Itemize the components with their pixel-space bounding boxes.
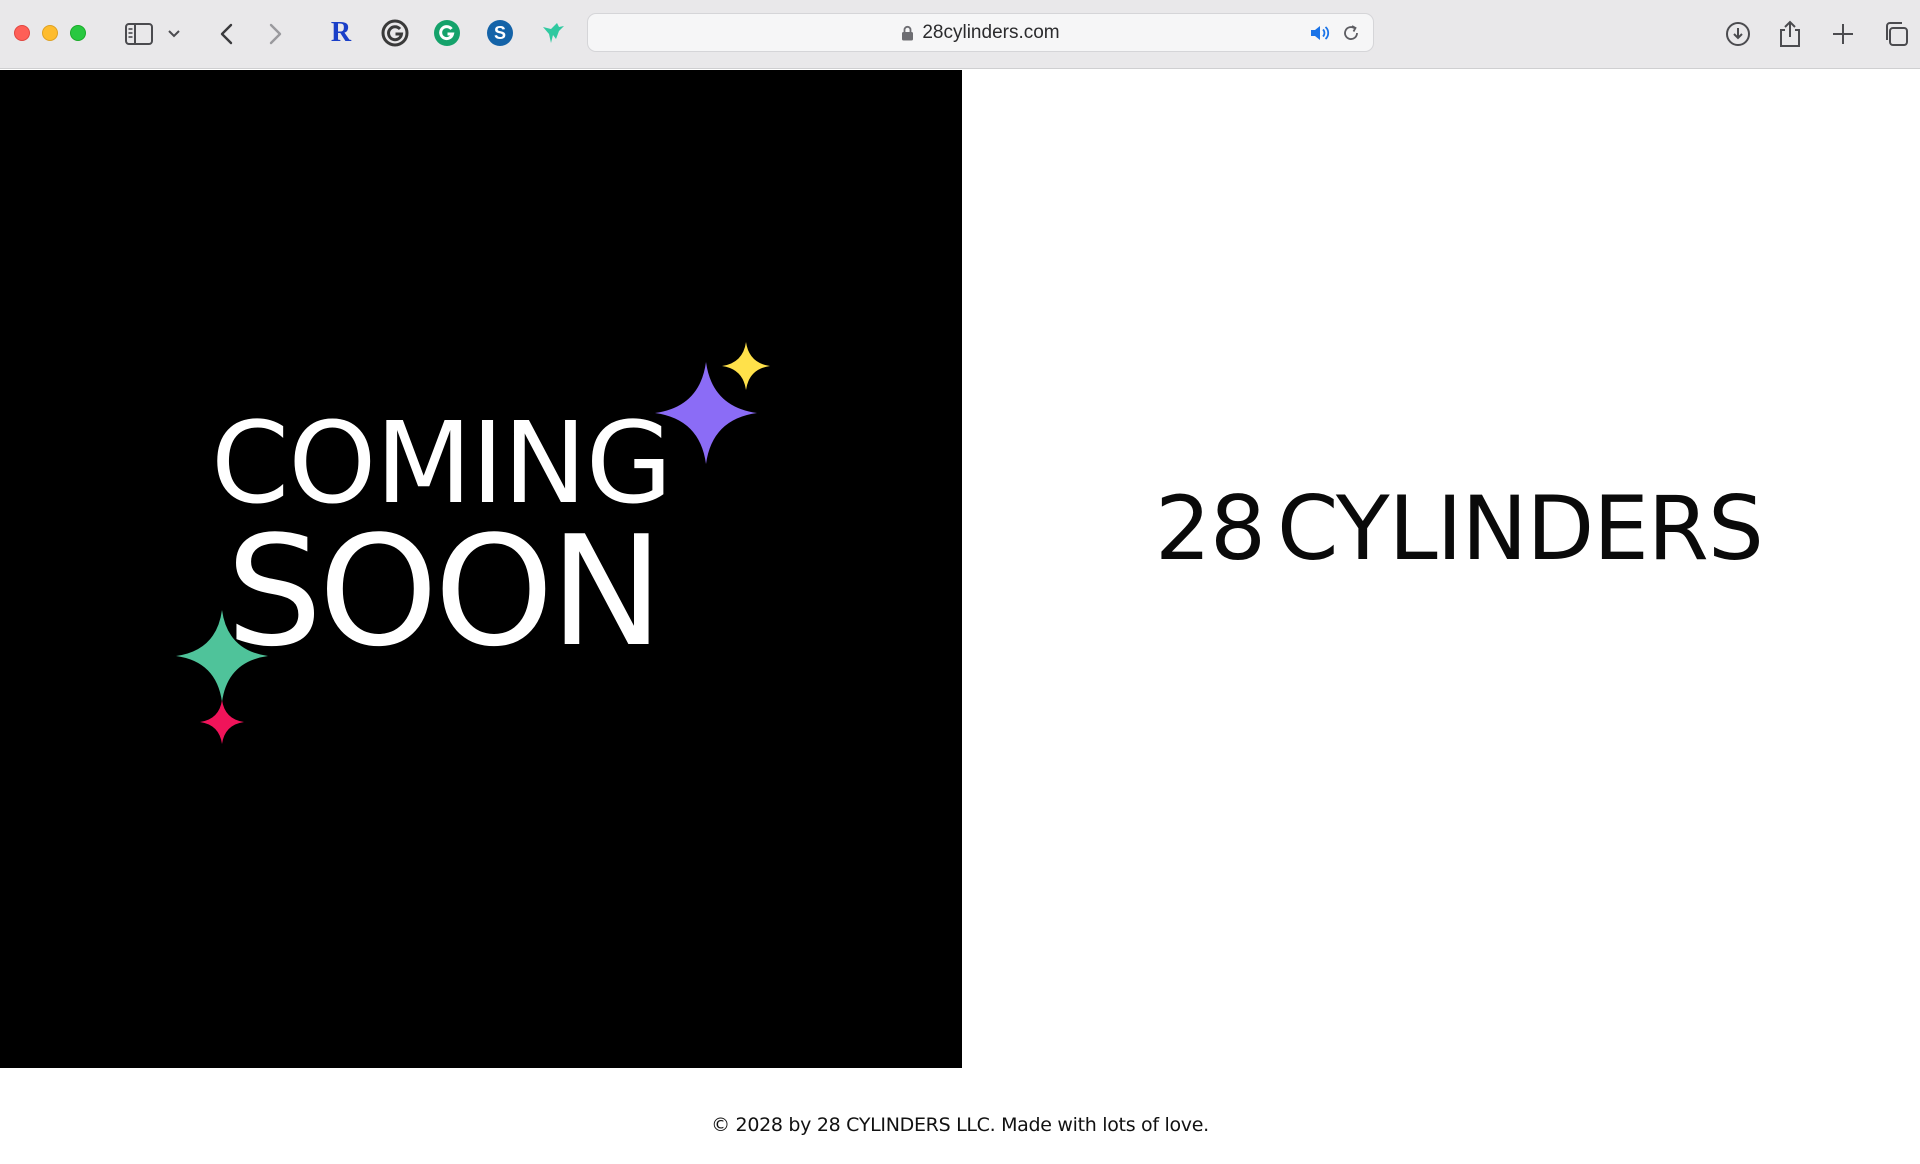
chevron-down-icon[interactable] [162,17,186,51]
reload-icon[interactable] [1341,23,1361,48]
address-bar[interactable]: 28cylinders.com [587,13,1374,52]
grammarly-icon[interactable] [432,18,462,48]
forward-arrow-icon[interactable] [259,17,293,51]
r-extension-icon[interactable]: R [326,17,356,48]
sidebar-toggle-icon[interactable] [122,17,156,51]
red-sparkle-icon [200,700,244,744]
bird-extension-icon[interactable] [538,18,568,48]
brand-number: 28 [1155,477,1266,580]
footer-copyright: © 2028 by 28 CYLINDERS LLC. Made with lo… [711,1114,1209,1136]
back-arrow-icon[interactable] [209,17,243,51]
g-outline-extension-icon[interactable] [380,18,410,48]
tab-overview-icon[interactable] [1879,17,1913,51]
zoom-window-button[interactable] [70,25,86,41]
svg-text:S: S [494,23,506,43]
brand-name: CYLINDERS [1276,477,1764,580]
browser-toolbar: R S 28cylinders.com [0,0,1920,69]
minimize-window-button[interactable] [42,25,58,41]
lock-icon [901,25,914,41]
s-extension-icon[interactable]: S [485,18,515,48]
speaker-icon[interactable] [1309,23,1331,48]
new-tab-icon[interactable] [1826,17,1860,51]
purple-sparkle-icon [655,362,757,464]
close-window-button[interactable] [14,25,30,41]
coming-soon-panel: COMING SOON [0,70,962,1068]
downloads-icon[interactable] [1721,17,1755,51]
green-sparkle-icon [176,610,268,702]
url-text: 28cylinders.com [922,21,1060,43]
soon-heading: SOON [226,503,663,680]
brand-logo: 28 CYLINDERS [1155,485,1764,573]
share-icon[interactable] [1773,17,1807,51]
page-content: COMING SOON 28 CYLINDERS © 2028 by 28 CYL… [0,70,1920,1164]
